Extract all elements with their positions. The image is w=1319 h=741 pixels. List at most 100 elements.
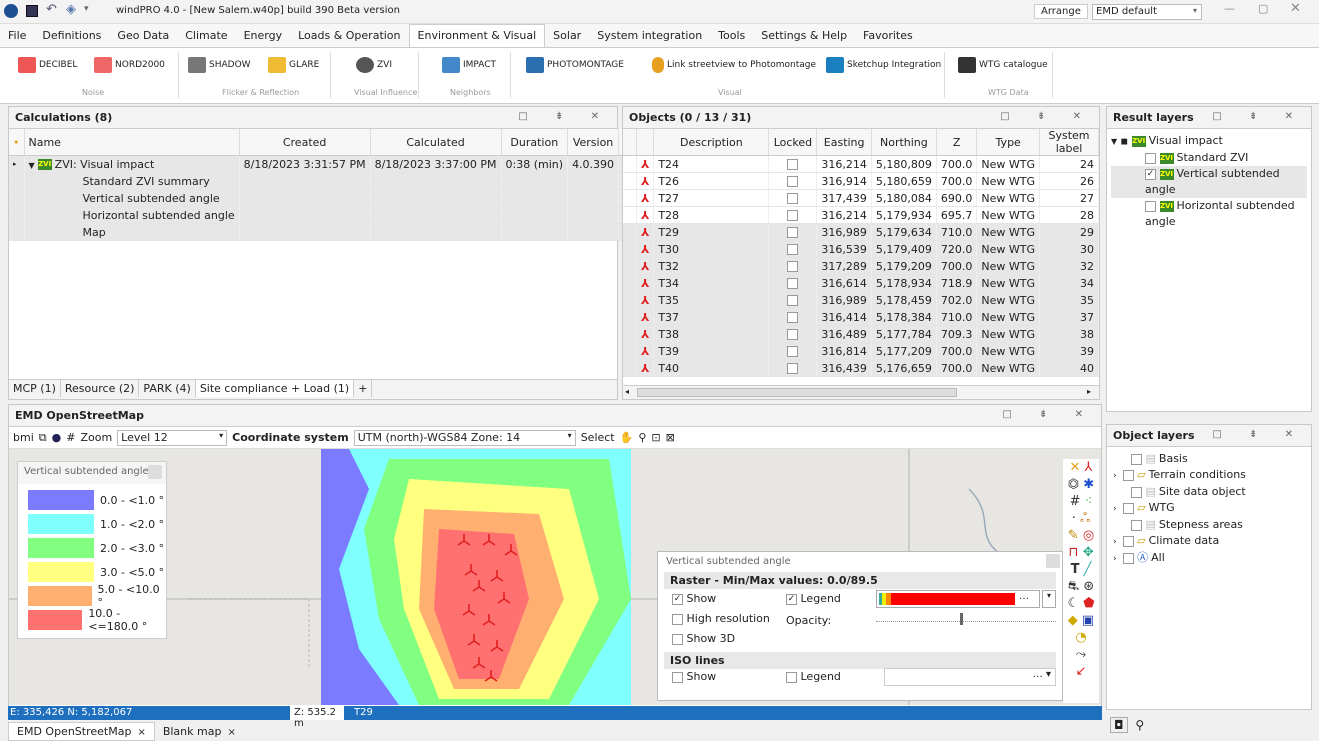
undo-icon[interactable]: ↶: [46, 2, 57, 17]
result-layer-item[interactable]: ✓ ZVI Vertical subtended angle: [1111, 166, 1307, 198]
move-tool-icon[interactable]: ✥: [1083, 545, 1094, 560]
calc-tab[interactable]: Site compliance + Load (1): [195, 380, 355, 397]
column-header[interactable]: Created: [239, 129, 371, 156]
checkbox-empty[interactable]: [1131, 486, 1142, 498]
dot-tool-icon[interactable]: ·: [1072, 511, 1076, 526]
polygon-tool-icon[interactable]: ⬟: [1083, 596, 1094, 611]
table-row[interactable]: Map: [9, 223, 654, 241]
wtg-catalogue-button[interactable]: WTG catalogue: [958, 54, 1048, 76]
locked-checkbox[interactable]: [787, 227, 799, 238]
zoom-icon[interactable]: ⚲: [638, 431, 646, 444]
checkbox-empty[interactable]: [672, 671, 683, 683]
scale-dropdown[interactable]: ▾: [1042, 590, 1056, 608]
restore-button[interactable]: ▢: [1258, 2, 1268, 15]
locked-checkbox[interactable]: [787, 346, 799, 357]
checkbox-empty[interactable]: [1122, 552, 1134, 564]
result-layer-item[interactable]: ZVI Standard ZVI: [1111, 150, 1307, 166]
panel-controls[interactable]: □ ⇟ ✕: [1002, 409, 1095, 420]
checkbox-empty[interactable]: [1145, 152, 1156, 164]
menu-system-integration[interactable]: System integration: [589, 25, 710, 48]
map-tab[interactable]: EMD OpenStreetMap ×: [8, 722, 155, 741]
object-layer-item[interactable]: › ▱ Terrain conditions: [1113, 467, 1305, 484]
checkbox-empty[interactable]: [1122, 469, 1134, 481]
streetview-button[interactable]: Link streetview to Photomontage: [652, 54, 816, 76]
receptor-tool-icon[interactable]: ⊓: [1068, 545, 1078, 560]
opacity-slider[interactable]: [876, 613, 1056, 625]
cluster-tool-icon[interactable]: ஃ: [1080, 511, 1090, 526]
area-tool-icon[interactable]: ◆: [1068, 613, 1078, 628]
decibel-button[interactable]: DECIBEL: [18, 54, 77, 76]
menu-tools[interactable]: Tools: [710, 25, 753, 48]
table-row[interactable]: Standard ZVI summary: [9, 172, 654, 190]
scatter-tool-icon[interactable]: ⁖: [1085, 494, 1093, 509]
column-header[interactable]: Version: [567, 129, 620, 156]
slider-thumb[interactable]: [960, 613, 963, 625]
menu-favorites[interactable]: Favorites: [855, 25, 921, 48]
column-header[interactable]: Name: [24, 129, 240, 156]
zoom-extent-icon[interactable]: ⊡: [651, 431, 660, 444]
impact-button[interactable]: IMPACT: [442, 54, 496, 76]
calc-tab[interactable]: PARK (4): [139, 380, 196, 397]
table-row[interactable]: Horizontal subtended angle: [9, 206, 654, 224]
column-header[interactable]: Z: [936, 129, 978, 156]
table-row[interactable]: ⅄ T39 316,814 5,177,209 700.0 New WTG 39: [623, 342, 1100, 360]
object-layer-item[interactable]: ▤ Basis: [1113, 451, 1305, 467]
profile-select[interactable]: EMD default ▾: [1092, 4, 1202, 20]
show3d-checkbox[interactable]: Show 3D: [672, 632, 735, 645]
panel-controls[interactable]: □ ⇟ ✕: [1000, 111, 1093, 122]
close-icon[interactable]: ×: [137, 727, 145, 738]
column-header[interactable]: System label: [1039, 129, 1100, 156]
cross-tool-icon[interactable]: ✕: [1070, 460, 1081, 475]
calc-tab[interactable]: MCP (1): [9, 380, 61, 397]
checkbox-checked[interactable]: ✓: [786, 593, 797, 605]
table-row[interactable]: ⅄ T32 317,289 5,179,209 700.0 New WTG 32: [623, 257, 1100, 275]
compass-tool-icon[interactable]: ⊛: [1083, 579, 1094, 594]
photomontage-button[interactable]: PHOTOMONTAGE: [526, 54, 624, 76]
table-row[interactable]: Vertical subtended angle: [9, 189, 654, 207]
save-icon[interactable]: [26, 5, 38, 17]
coord-select[interactable]: UTM (north)-WGS84 Zone: 14 ▾: [353, 429, 576, 446]
partial-check-icon[interactable]: ◼: [1121, 137, 1128, 147]
map-canvas[interactable]: Vertical subtended angle 0.0 - <1.0 ° 1.0…: [9, 449, 1101, 705]
menu-settings-help[interactable]: Settings & Help: [753, 25, 855, 48]
table-row[interactable]: ⅄ T37 316,414 5,178,384 710.0 New WTG 37: [623, 308, 1100, 326]
iso-legend-checkbox[interactable]: Legend: [786, 670, 841, 683]
search-icon[interactable]: ⚲: [1135, 718, 1144, 732]
grid-icon[interactable]: #: [66, 431, 75, 444]
checkbox-empty[interactable]: [1131, 453, 1142, 465]
sketchup-button[interactable]: Sketchup Integration: [826, 54, 941, 76]
checkbox-empty[interactable]: [1122, 502, 1134, 514]
column-header[interactable]: Locked: [768, 129, 818, 156]
path-tool-icon[interactable]: ⤳: [1076, 647, 1086, 662]
redo-icon[interactable]: ◈: [66, 2, 76, 17]
pencil-tool-icon[interactable]: ✎: [1068, 528, 1079, 543]
menu-definitions[interactable]: Definitions: [34, 25, 109, 48]
table-row[interactable]: ⅄ T26 316,914 5,180,659 700.0 New WTG 26: [623, 172, 1100, 190]
panel-controls[interactable]: □ ⇟ ✕: [518, 111, 611, 122]
locked-checkbox[interactable]: [787, 244, 799, 255]
shadow-button[interactable]: SHADOW: [188, 54, 251, 76]
table-row[interactable]: ⅄ T24 316,214 5,180,809 700.0 New WTG 24: [623, 155, 1100, 173]
expand-icon[interactable]: ›: [1113, 537, 1117, 547]
table-row[interactable]: ⅄ T35 316,989 5,178,459 702.0 New WTG 35: [623, 291, 1100, 309]
copy-icon[interactable]: ⧉: [39, 431, 47, 445]
color-scale-picker[interactable]: …: [876, 590, 1040, 608]
table-row[interactable]: ⅄ T28 316,214 5,179,934 695.7 New WTG 28: [623, 206, 1100, 224]
column-header[interactable]: Description: [653, 129, 770, 156]
table-row[interactable]: ▸ ▼ ZVI ZVI: Visual impact 8/18/2023 3:31:57…: [9, 155, 654, 173]
expand-icon[interactable]: ›: [1113, 471, 1117, 481]
menu-geo-data[interactable]: Geo Data: [109, 25, 177, 48]
locked-checkbox[interactable]: [787, 261, 799, 272]
grid-tool-icon[interactable]: #: [1070, 494, 1081, 509]
more-icon[interactable]: …: [1019, 591, 1029, 602]
object-layer-item[interactable]: ▤ Site data object: [1113, 484, 1305, 500]
column-header[interactable]: Northing: [871, 129, 937, 156]
locked-checkbox[interactable]: [787, 329, 799, 340]
locked-checkbox[interactable]: [787, 159, 799, 170]
checkbox-empty[interactable]: [1145, 200, 1156, 212]
table-row[interactable]: ⅄ T29 316,989 5,179,634 710.0 New WTG 29: [623, 223, 1100, 241]
expand-icon[interactable]: ▼: [1111, 137, 1117, 146]
locked-checkbox[interactable]: [787, 193, 799, 204]
text-tool-icon[interactable]: T: [1071, 562, 1080, 577]
moon-tool-icon[interactable]: ☾: [1067, 596, 1079, 611]
